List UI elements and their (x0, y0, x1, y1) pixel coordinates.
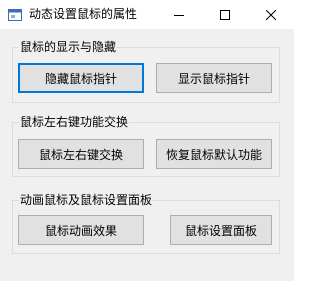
cursor-animation-button[interactable]: 鼠标动画效果 (18, 215, 144, 245)
group-label-show-hide: 鼠标的显示与隐藏 (19, 39, 118, 55)
window-title: 动态设置鼠标的属性 (29, 7, 138, 21)
minimize-button[interactable] (156, 0, 202, 29)
close-icon (265, 5, 277, 24)
app-window: 动态设置鼠标的属性 鼠标的显示与隐藏 隐藏鼠标指针 显示鼠标指针 鼠标左右键功能… (0, 0, 294, 281)
swap-mouse-buttons-button[interactable]: 鼠标左右键交换 (18, 139, 144, 169)
hide-cursor-button[interactable]: 隐藏鼠标指针 (18, 63, 144, 93)
maximize-icon (220, 5, 230, 24)
group-show-hide: 鼠标的显示与隐藏 隐藏鼠标指针 显示鼠标指针 (12, 39, 280, 103)
group-animation-panel: 动画鼠标及鼠标设置面板 鼠标动画效果 鼠标设置面板 (12, 192, 280, 254)
title-bar[interactable]: 动态设置鼠标的属性 (0, 0, 294, 29)
group-swap-buttons: 鼠标左右键功能交换 鼠标左右键交换 恢复鼠标默认功能 (12, 114, 280, 177)
maximize-button[interactable] (202, 0, 248, 29)
restore-default-button[interactable]: 恢复鼠标默认功能 (156, 139, 272, 169)
app-icon (8, 7, 22, 21)
group-label-animation-panel: 动画鼠标及鼠标设置面板 (19, 192, 154, 208)
minimize-icon (174, 5, 184, 24)
group-label-swap-buttons: 鼠标左右键功能交换 (19, 114, 130, 130)
show-cursor-button[interactable]: 显示鼠标指针 (156, 63, 272, 93)
close-button[interactable] (248, 0, 294, 29)
mouse-settings-panel-button[interactable]: 鼠标设置面板 (170, 215, 272, 245)
